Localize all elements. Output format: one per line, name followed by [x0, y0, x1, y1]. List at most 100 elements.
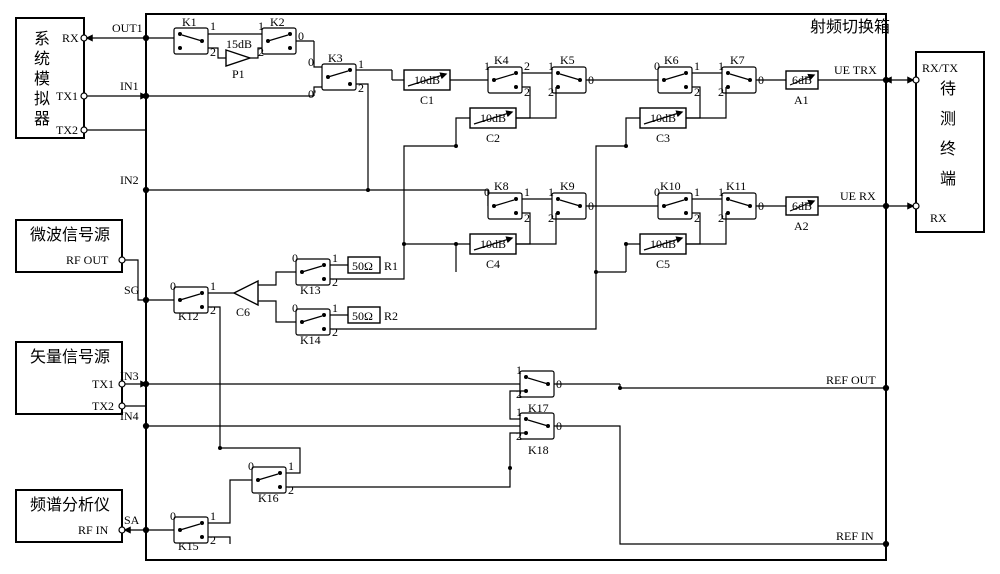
port-uerx-label: UE RX — [840, 189, 876, 203]
svg-text:0: 0 — [654, 59, 660, 73]
svg-text:1: 1 — [484, 59, 490, 73]
svg-text:1: 1 — [548, 185, 554, 199]
port-tx2-label: TX2 — [56, 123, 78, 137]
svg-text:R2: R2 — [384, 309, 398, 323]
svg-text:C6: C6 — [236, 305, 250, 319]
switch-k1 — [174, 28, 208, 54]
svg-text:2: 2 — [288, 483, 294, 497]
microwave-source-title: 微波信号源 — [30, 226, 110, 244]
switch-k13 — [296, 259, 330, 285]
svg-text:C4: C4 — [486, 257, 500, 271]
svg-text:K10: K10 — [660, 179, 681, 193]
svg-text:0': 0' — [308, 87, 316, 101]
svg-text:10dB: 10dB — [480, 237, 506, 251]
switch-k14 — [296, 309, 330, 335]
svg-text:2: 2 — [718, 85, 724, 99]
svg-text:0: 0 — [170, 509, 176, 523]
switch-k16 — [252, 467, 286, 493]
spectrum-analyzer: 频谱分析仪 RF IN — [16, 490, 125, 542]
svg-text:1: 1 — [548, 59, 554, 73]
port-vs-tx1-label: TX1 — [92, 377, 114, 391]
svg-text:0: 0 — [484, 185, 490, 199]
svg-text:0: 0 — [292, 251, 298, 265]
svg-text:1: 1 — [332, 251, 338, 265]
port-sg-label: SG — [124, 283, 140, 297]
svg-text:2: 2 — [210, 533, 216, 547]
switch-k5 — [552, 67, 586, 93]
port-refout-label: REF OUT — [826, 373, 876, 387]
svg-text:1: 1 — [210, 19, 216, 33]
port-in4-label: IN4 — [120, 409, 139, 423]
svg-text:50Ω: 50Ω — [352, 259, 373, 273]
system-simulator: 系统模拟器 RX TX1 TX2 — [16, 18, 87, 138]
svg-text:K16: K16 — [258, 491, 279, 505]
svg-text:2: 2 — [358, 81, 364, 95]
svg-text:K6: K6 — [664, 53, 679, 67]
switch-k6 — [658, 67, 692, 93]
svg-text:1: 1 — [210, 279, 216, 293]
port-tx1-label: TX1 — [56, 89, 78, 103]
port-rfin-label: RF IN — [78, 523, 109, 537]
system-simulator-title: 系统模拟器 — [34, 30, 50, 128]
svg-text:2: 2 — [332, 275, 338, 289]
switch-k3 — [322, 64, 356, 90]
svg-text:C3: C3 — [656, 131, 670, 145]
svg-text:2: 2 — [210, 45, 216, 59]
svg-text:C1: C1 — [420, 93, 434, 107]
svg-text:0: 0 — [308, 55, 314, 69]
switch-k7 — [722, 67, 756, 93]
svg-text:K2: K2 — [270, 15, 285, 29]
svg-text:K12: K12 — [178, 309, 199, 323]
svg-text:1: 1 — [524, 185, 530, 199]
svg-text:0: 0 — [170, 279, 176, 293]
svg-text:0: 0 — [248, 459, 254, 473]
svg-text:K13: K13 — [300, 283, 321, 297]
switch-k11 — [722, 193, 756, 219]
microwave-source: 微波信号源 RF OUT — [16, 220, 125, 272]
svg-text:1: 1 — [210, 509, 216, 523]
svg-text:P1: P1 — [232, 67, 245, 81]
svg-text:2: 2 — [210, 303, 216, 317]
port-sa-label: SA — [124, 513, 140, 527]
port-rx-label: RX — [62, 31, 79, 45]
svg-text:1: 1 — [694, 59, 700, 73]
svg-text:1: 1 — [288, 459, 294, 473]
svg-text:K15: K15 — [178, 539, 199, 553]
svg-text:15dB: 15dB — [226, 37, 252, 51]
switch-k10 — [658, 193, 692, 219]
svg-text:10dB: 10dB — [650, 237, 676, 251]
vector-source-title: 矢量信号源 — [30, 348, 110, 366]
svg-text:2: 2 — [332, 325, 338, 339]
svg-text:1: 1 — [516, 363, 522, 377]
switch-k18 — [520, 413, 554, 439]
svg-text:2: 2 — [548, 85, 554, 99]
port-rfout-label: RF OUT — [66, 253, 109, 267]
port-dut-rxtx-label: RX/TX — [922, 61, 958, 75]
svg-text:50Ω: 50Ω — [352, 309, 373, 323]
spectrum-analyzer-title: 频谱分析仪 — [30, 496, 110, 514]
port-refin-label: REF IN — [836, 529, 874, 543]
svg-text:6dB: 6dB — [792, 199, 812, 213]
svg-text:R1: R1 — [384, 259, 398, 273]
port-dut-rx-label: RX — [930, 211, 947, 225]
svg-text:2: 2 — [548, 211, 554, 225]
svg-text:2: 2 — [718, 211, 724, 225]
switch-k9 — [552, 193, 586, 219]
svg-text:K9: K9 — [560, 179, 575, 193]
svg-text:1: 1 — [718, 185, 724, 199]
port-uetrx-label: UE TRX — [834, 63, 877, 77]
switch-k8 — [488, 193, 522, 219]
vector-source: 矢量信号源 TX1 TX2 — [16, 342, 125, 414]
port-in3-label: IN3 — [120, 369, 139, 383]
switch-k2 — [262, 28, 296, 54]
svg-text:K11: K11 — [726, 179, 746, 193]
switch-k17 — [520, 371, 554, 397]
svg-text:K3: K3 — [328, 51, 343, 65]
port-in2-label: IN2 — [120, 173, 139, 187]
svg-text:1: 1 — [358, 57, 364, 71]
dut: 待测终端 RX/TX RX — [913, 52, 984, 232]
svg-text:10dB: 10dB — [414, 73, 440, 87]
svg-text:1: 1 — [694, 185, 700, 199]
svg-text:A1: A1 — [794, 93, 809, 107]
switch-k4 — [488, 67, 522, 93]
